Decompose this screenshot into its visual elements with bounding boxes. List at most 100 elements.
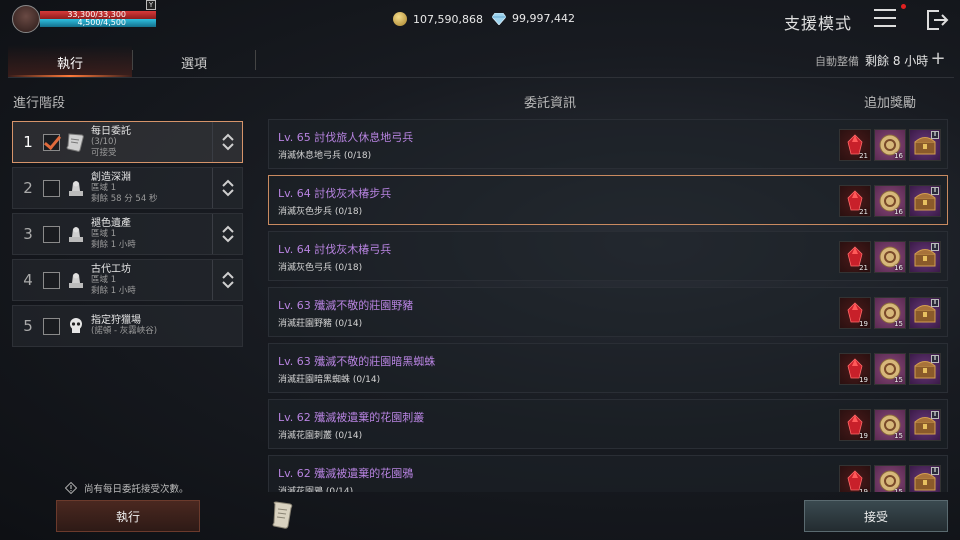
enhance-scroll-icon[interactable]: 15 [874, 297, 906, 329]
reward-list: 21 16 II [839, 129, 941, 161]
y-key-badge: Y [146, 0, 156, 10]
stage-title: 褪色遺產 [91, 217, 131, 229]
enhance-scroll-icon[interactable]: 16 [874, 129, 906, 161]
reward-quantity: 15 [894, 432, 903, 440]
red-gem-icon[interactable]: 19 [839, 353, 871, 385]
tier-badge: II [931, 187, 939, 195]
stage-text: 創造深淵 區域 1 剩餘 58 分 54 秒 [91, 172, 212, 205]
tabs-separator [8, 77, 954, 78]
commission-item[interactable]: Lv. 62 殲滅被遺棄的花園鴉 消滅花園鴉 (0/14) 19 15 II [268, 455, 948, 492]
stage-item[interactable]: 5 指定狩獵場 (諾頓 - 灰霧峽谷) [12, 305, 243, 347]
scroll-icon [65, 131, 87, 153]
daily-note: 尚有每日委託接受次數。 [65, 481, 189, 495]
stage-checkbox[interactable] [43, 317, 60, 335]
treasure-chest-icon[interactable]: II [909, 241, 941, 273]
menu-icon[interactable] [874, 9, 896, 29]
commission-info-header: 委託資訊 [524, 96, 577, 111]
reward-quantity: 15 [894, 320, 903, 328]
commission-title: Lv. 64 討伐灰木椿弓兵 [278, 243, 392, 256]
support-mode-label[interactable]: 支援模式 [784, 10, 852, 34]
stage-checkbox[interactable] [43, 271, 60, 289]
treasure-chest-icon[interactable]: II [909, 409, 941, 441]
scroll-icon[interactable] [270, 500, 296, 530]
auto-equip-label: 自動整備 [815, 54, 859, 68]
red-gem-icon[interactable]: 21 [839, 241, 871, 273]
tier-badge: II [931, 243, 939, 251]
stage-number: 3 [23, 225, 33, 243]
stage-sub2: 剩餘 58 分 54 秒 [91, 193, 158, 204]
tab-execute[interactable]: 執行 [8, 45, 132, 77]
reward-list: 19 15 II [839, 297, 941, 329]
tab-divider [255, 50, 256, 70]
reorder-arrows-icon[interactable] [212, 260, 242, 300]
accept-button[interactable]: 接受 [804, 500, 948, 532]
statue-icon [65, 269, 87, 291]
commission-item[interactable]: Lv. 63 殲滅不敬的莊園野豬 消滅莊園野豬 (0/14) 19 15 II [268, 287, 948, 337]
commission-title: Lv. 64 討伐灰木椿步兵 [278, 187, 392, 200]
tier-badge: II [931, 299, 939, 307]
reward-list: 21 16 II [839, 185, 941, 217]
notification-dot [901, 4, 906, 9]
gold-currency: 107,590,868 [393, 12, 483, 26]
red-gem-icon[interactable]: 21 [839, 129, 871, 161]
stage-text: 褪色遺產 區域 1 剩餘 1 小時 [91, 218, 212, 251]
tab-options-label: 選項 [180, 57, 207, 72]
reward-list: 19 15 II [839, 409, 941, 441]
stage-item[interactable]: 3 褪色遺產 區域 1 剩餘 1 小時 [12, 213, 243, 255]
enhance-scroll-icon[interactable]: 16 [874, 241, 906, 273]
statue-icon [65, 223, 87, 245]
reorder-arrows-icon[interactable] [212, 122, 242, 162]
stage-item[interactable]: 2 創造深淵 區域 1 剩餘 58 分 54 秒 [12, 167, 243, 209]
tab-options[interactable]: 選項 [134, 45, 254, 77]
stage-sub1: (諾頓 - 灰霧峽谷) [91, 326, 158, 336]
enhance-scroll-icon[interactable]: 16 [874, 185, 906, 217]
commission-item[interactable]: Lv. 64 討伐灰木椿步兵 消滅灰色步兵 (0/18) 21 16 II [268, 175, 948, 225]
reorder-arrows-icon[interactable] [212, 168, 242, 208]
treasure-chest-icon[interactable]: II [909, 185, 941, 217]
auto-equip-status: 自動整備 剩餘 8 小時 [815, 52, 928, 69]
commission-objective: 消滅花園鴉 (0/14) [278, 487, 354, 492]
stage-checkbox[interactable] [43, 225, 60, 243]
commission-title: Lv. 63 殲滅不敬的莊園暗黑蜘蛛 [278, 355, 436, 368]
add-time-button[interactable]: + [929, 50, 947, 69]
enhance-scroll-icon[interactable]: 15 [874, 353, 906, 385]
enhance-scroll-icon[interactable]: 15 [874, 409, 906, 441]
commission-objective: 消滅莊園暗黑蜘蛛 (0/14) [278, 375, 381, 385]
reward-quantity: 21 [859, 208, 868, 216]
red-gem-icon[interactable]: 21 [839, 185, 871, 217]
tier-badge: II [931, 131, 939, 139]
commission-objective: 消滅莊園野豬 (0/14) [278, 319, 363, 329]
red-gem-icon[interactable]: 19 [839, 465, 871, 492]
player-avatar[interactable] [12, 5, 40, 33]
commission-item[interactable]: Lv. 63 殲滅不敬的莊園暗黑蜘蛛 消滅莊園暗黑蜘蛛 (0/14) 19 15 II [268, 343, 948, 393]
reward-quantity: 21 [859, 264, 868, 272]
commission-item[interactable]: Lv. 65 討伐旅人休息地弓兵 消滅休息地弓兵 (0/18) 21 16 II [268, 119, 948, 169]
stage-checkbox[interactable] [43, 133, 60, 151]
red-gem-icon[interactable]: 19 [839, 409, 871, 441]
enhance-scroll-icon[interactable]: 15 [874, 465, 906, 492]
extra-reward-header: 追加獎勵 [864, 96, 917, 111]
commission-title: Lv. 65 討伐旅人休息地弓兵 [278, 131, 414, 144]
exit-icon[interactable] [925, 9, 949, 31]
tab-execute-label: 執行 [56, 57, 83, 72]
diamond-currency: 99,997,442 [492, 12, 575, 25]
stage-item[interactable]: 1 每日委託 (3/10) 可接受 [12, 121, 243, 163]
tab-divider [132, 50, 133, 70]
stage-checkbox[interactable] [43, 179, 60, 197]
treasure-chest-icon[interactable]: II [909, 353, 941, 385]
reward-quantity: 21 [859, 152, 868, 160]
treasure-chest-icon[interactable]: II [909, 465, 941, 492]
commission-item[interactable]: Lv. 62 殲滅被遺棄的花園刺叢 消滅花園刺叢 (0/14) 19 15 II [268, 399, 948, 449]
stage-number: 2 [23, 179, 33, 197]
commission-objective: 消滅灰色步兵 (0/18) [278, 207, 363, 217]
stage-item[interactable]: 4 古代工坊 區域 1 剩餘 1 小時 [12, 259, 243, 301]
treasure-chest-icon[interactable]: II [909, 129, 941, 161]
commission-item[interactable]: Lv. 64 討伐灰木椿弓兵 消滅灰色弓兵 (0/18) 21 16 II [268, 231, 948, 281]
execute-button[interactable]: 執行 [56, 500, 200, 532]
treasure-chest-icon[interactable]: II [909, 297, 941, 329]
statue-icon [65, 177, 87, 199]
reward-list: 19 15 II [839, 465, 941, 492]
red-gem-icon[interactable]: 19 [839, 297, 871, 329]
stage-number: 5 [23, 317, 33, 335]
reorder-arrows-icon[interactable] [212, 214, 242, 254]
